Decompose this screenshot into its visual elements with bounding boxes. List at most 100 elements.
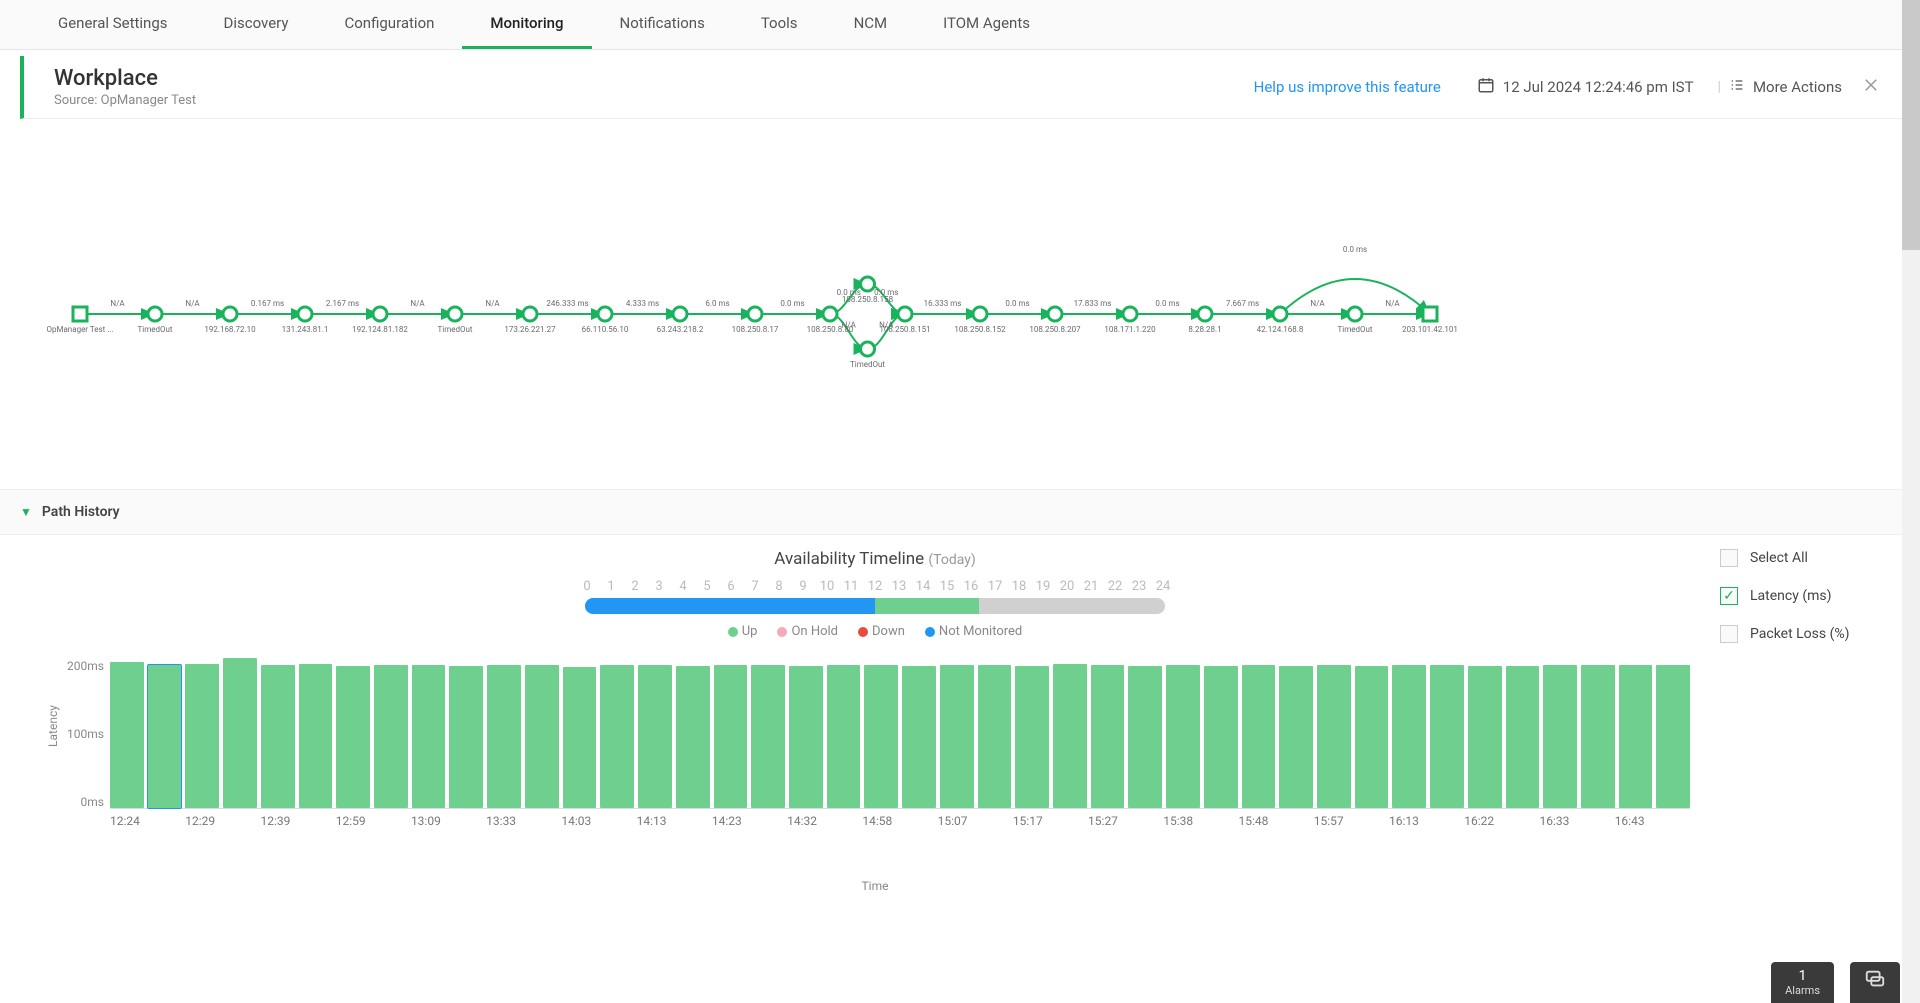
latency-bar[interactable]	[1468, 666, 1502, 808]
latency-bar[interactable]	[940, 665, 974, 808]
checkbox-icon	[1720, 625, 1738, 643]
series-checkboxes: Select All ✓ Latency (ms) Packet Loss (%…	[1720, 545, 1900, 893]
availability-hours: 0123456789101112131415161718192021222324	[30, 579, 1720, 594]
tab-discovery[interactable]: Discovery	[196, 0, 317, 49]
tab-general-settings[interactable]: General Settings	[30, 0, 196, 49]
svg-text:0.0 ms: 0.0 ms	[1155, 299, 1179, 308]
latency-bar[interactable]	[1053, 664, 1087, 808]
latency-bar[interactable]	[487, 665, 521, 808]
latency-bar[interactable]	[336, 666, 370, 808]
latency-bar[interactable]	[223, 658, 257, 808]
svg-text:0.0 ms: 0.0 ms	[1343, 245, 1367, 254]
latency-bar[interactable]	[185, 664, 219, 808]
tab-notifications[interactable]: Notifications	[592, 0, 733, 49]
checkbox-packet-loss[interactable]: Packet Loss (%)	[1720, 625, 1900, 643]
latency-bar[interactable]	[827, 665, 861, 808]
tab-tools[interactable]: Tools	[733, 0, 826, 49]
latency-bar[interactable]	[1128, 666, 1162, 808]
path-history-header[interactable]: ▼ Path History	[0, 489, 1920, 535]
checkbox-select-all[interactable]: Select All	[1720, 549, 1900, 567]
legend-item: On Hold	[777, 624, 838, 639]
svg-text:4.333 ms: 4.333 ms	[626, 299, 659, 308]
latency-bar[interactable]	[1166, 665, 1200, 808]
calendar-icon	[1477, 76, 1495, 98]
availability-segment-unknown[interactable]	[979, 598, 1165, 614]
latency-bar[interactable]	[1581, 665, 1615, 808]
svg-text:N/A: N/A	[485, 299, 500, 308]
svg-text:N/A: N/A	[1310, 299, 1325, 308]
network-path-diagram[interactable]: N/AN/A0.167 ms2.167 msN/AN/A246.333 ms4.…	[0, 119, 1920, 489]
latency-bar[interactable]	[714, 665, 748, 808]
svg-text:108.250.8.17: 108.250.8.17	[732, 325, 779, 334]
caret-down-icon: ▼	[20, 505, 32, 519]
alarms-widget[interactable]: 1 Alarms	[1771, 962, 1834, 1003]
availability-segment-up[interactable]	[875, 598, 979, 614]
latency-bar[interactable]	[1392, 665, 1426, 808]
tab-configuration[interactable]: Configuration	[316, 0, 462, 49]
close-icon	[1862, 76, 1880, 94]
latency-bar[interactable]	[1619, 665, 1653, 808]
close-button[interactable]	[1862, 76, 1880, 98]
svg-text:192.124.81.182: 192.124.81.182	[352, 325, 408, 334]
latency-bar[interactable]	[563, 667, 597, 808]
availability-segment-not_monitored[interactable]	[585, 598, 875, 614]
availability-title: Availability Timeline (Today)	[30, 549, 1720, 569]
datetime-display[interactable]: 12 Jul 2024 12:24:46 pm IST	[1477, 76, 1694, 98]
latency-bar[interactable]	[638, 665, 672, 808]
svg-text:66.110.56.10: 66.110.56.10	[582, 325, 629, 334]
latency-bar[interactable]	[449, 666, 483, 808]
latency-bar[interactable]	[1430, 665, 1464, 808]
latency-bar[interactable]	[1204, 666, 1238, 808]
scrollbar-thumb[interactable]	[1902, 0, 1920, 250]
latency-bar[interactable]	[110, 662, 144, 808]
tab-itom-agents[interactable]: ITOM Agents	[915, 0, 1058, 49]
latency-bar[interactable]	[1015, 666, 1049, 808]
latency-bar[interactable]	[978, 665, 1012, 808]
availability-bar[interactable]	[585, 598, 1165, 614]
vertical-scrollbar[interactable]	[1902, 0, 1920, 1003]
path-history-label: Path History	[42, 504, 120, 520]
latency-bar[interactable]	[525, 665, 559, 808]
tab-ncm[interactable]: NCM	[826, 0, 916, 49]
latency-bar[interactable]	[412, 665, 446, 808]
latency-bar[interactable]	[148, 665, 182, 808]
svg-text:TimedOut: TimedOut	[850, 360, 885, 369]
latency-bar[interactable]	[1506, 666, 1540, 808]
latency-bar[interactable]	[1279, 666, 1313, 808]
svg-text:192.168.72.10: 192.168.72.10	[204, 325, 256, 334]
latency-chart[interactable]: Latency 200ms 100ms 0ms 12:2412:2912:391…	[110, 659, 1690, 849]
svg-text:131.243.81.1: 131.243.81.1	[282, 325, 329, 334]
latency-bar[interactable]	[374, 665, 408, 808]
latency-bar[interactable]	[600, 665, 634, 808]
latency-bar[interactable]	[299, 664, 333, 808]
latency-bar[interactable]	[1317, 665, 1351, 808]
svg-text:63.243.218.2: 63.243.218.2	[657, 325, 704, 334]
latency-bar[interactable]	[1543, 665, 1577, 808]
svg-text:TimedOut: TimedOut	[137, 325, 172, 334]
latency-bar[interactable]	[864, 665, 898, 808]
svg-text:173.26.221.27: 173.26.221.27	[504, 325, 556, 334]
latency-bar[interactable]	[1242, 665, 1276, 808]
chat-widget[interactable]	[1850, 962, 1900, 1003]
svg-text:OpManager Test ...: OpManager Test ...	[46, 325, 113, 334]
tab-monitoring[interactable]: Monitoring	[462, 0, 591, 49]
checkbox-latency[interactable]: ✓ Latency (ms)	[1720, 587, 1900, 605]
latency-bar[interactable]	[1091, 665, 1125, 808]
latency-bar[interactable]	[789, 666, 823, 808]
svg-text:6.0 ms: 6.0 ms	[705, 299, 729, 308]
latency-bar[interactable]	[751, 665, 785, 808]
svg-text:16.333 ms: 16.333 ms	[924, 299, 962, 308]
list-icon	[1729, 77, 1745, 97]
chat-icon	[1864, 968, 1886, 990]
feedback-link[interactable]: Help us improve this feature	[1254, 78, 1441, 96]
more-actions-button[interactable]: More Actions	[1729, 77, 1842, 97]
latency-bar[interactable]	[676, 666, 710, 808]
svg-text:42.124.168.8: 42.124.168.8	[1257, 325, 1304, 334]
latency-bar[interactable]	[1355, 666, 1389, 808]
latency-bar[interactable]	[261, 665, 295, 808]
page-header: Workplace Source: OpManager Test Help us…	[20, 56, 1910, 119]
x-axis-ticks: 12:2412:2912:3912:5913:0913:3314:0314:13…	[110, 814, 1690, 828]
latency-bar[interactable]	[1656, 665, 1690, 808]
latency-bar[interactable]	[902, 666, 936, 808]
svg-text:203.101.42.101: 203.101.42.101	[1402, 325, 1458, 334]
